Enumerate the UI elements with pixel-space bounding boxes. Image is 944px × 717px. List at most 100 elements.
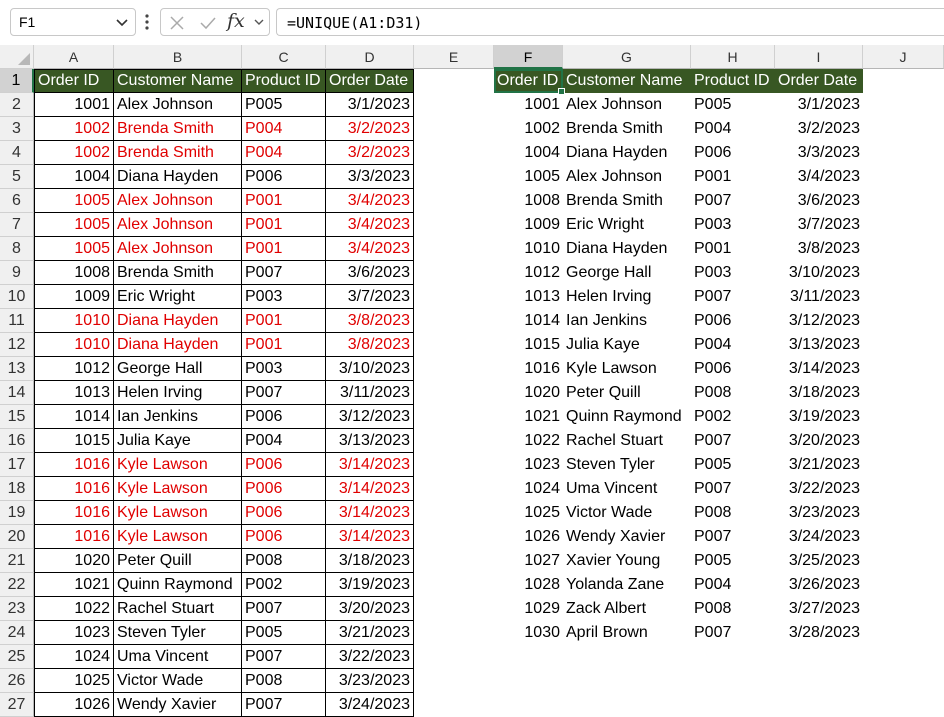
unique-cell[interactable]: P007 — [691, 621, 775, 645]
source-cell[interactable]: 3/8/2023 — [326, 333, 414, 357]
unique-cell[interactable]: 1029 — [494, 597, 563, 621]
source-cell[interactable]: 1005 — [34, 213, 114, 237]
row-header-18[interactable]: 18 — [0, 477, 34, 501]
source-cell[interactable]: Diana Hayden — [114, 333, 242, 357]
row-header-19[interactable]: 19 — [0, 501, 34, 525]
source-cell[interactable]: Alex Johnson — [114, 189, 242, 213]
enter-check-icon[interactable] — [199, 15, 217, 31]
row-header-20[interactable]: 20 — [0, 525, 34, 549]
unique-cell[interactable]: 3/11/2023 — [775, 285, 863, 309]
unique-cell[interactable]: 1015 — [494, 333, 563, 357]
unique-cell[interactable]: Helen Irving — [563, 285, 691, 309]
unique-cell[interactable]: 1004 — [494, 141, 563, 165]
source-cell[interactable]: 3/21/2023 — [326, 621, 414, 645]
source-cell[interactable]: P003 — [242, 285, 326, 309]
source-cell[interactable]: P005 — [242, 93, 326, 117]
row-header-8[interactable]: 8 — [0, 237, 34, 261]
source-cell[interactable]: 1005 — [34, 189, 114, 213]
row-header-26[interactable]: 26 — [0, 669, 34, 693]
unique-header-cell[interactable]: Order ID — [494, 69, 563, 93]
unique-cell[interactable]: Julia Kaye — [563, 333, 691, 357]
unique-header-cell[interactable]: Order Date — [775, 69, 863, 93]
source-cell[interactable]: 3/4/2023 — [326, 237, 414, 261]
source-cell[interactable]: P004 — [242, 429, 326, 453]
fill-handle[interactable] — [558, 88, 565, 95]
source-cell[interactable]: 3/4/2023 — [326, 213, 414, 237]
source-cell[interactable]: 1026 — [34, 693, 114, 717]
unique-cell[interactable]: P008 — [691, 381, 775, 405]
source-cell[interactable]: 1024 — [34, 645, 114, 669]
name-box[interactable]: F1 — [10, 8, 136, 36]
unique-cell[interactable]: 1001 — [494, 93, 563, 117]
select-all-corner[interactable] — [0, 45, 34, 69]
source-cell[interactable]: P004 — [242, 141, 326, 165]
source-cell[interactable]: 3/20/2023 — [326, 597, 414, 621]
source-cell[interactable]: P001 — [242, 213, 326, 237]
source-cell[interactable]: Wendy Xavier — [114, 693, 242, 717]
unique-cell[interactable]: P003 — [691, 261, 775, 285]
source-cell[interactable]: 1016 — [34, 477, 114, 501]
source-cell[interactable]: Helen Irving — [114, 381, 242, 405]
source-cell[interactable]: George Hall — [114, 357, 242, 381]
source-cell[interactable]: Brenda Smith — [114, 261, 242, 285]
unique-cell[interactable]: George Hall — [563, 261, 691, 285]
column-header-j[interactable]: J — [863, 45, 944, 69]
unique-cell[interactable]: 3/22/2023 — [775, 477, 863, 501]
unique-cell[interactable]: P003 — [691, 213, 775, 237]
source-cell[interactable]: Brenda Smith — [114, 141, 242, 165]
unique-cell[interactable]: P006 — [691, 309, 775, 333]
source-cell[interactable]: P001 — [242, 237, 326, 261]
source-cell[interactable]: Victor Wade — [114, 669, 242, 693]
unique-cell[interactable]: 1012 — [494, 261, 563, 285]
row-header-9[interactable]: 9 — [0, 261, 34, 285]
unique-cell[interactable]: 1016 — [494, 357, 563, 381]
source-cell[interactable]: P007 — [242, 597, 326, 621]
unique-cell[interactable]: Alex Johnson — [563, 93, 691, 117]
row-header-6[interactable]: 6 — [0, 189, 34, 213]
unique-cell[interactable]: Victor Wade — [563, 501, 691, 525]
source-cell[interactable]: P006 — [242, 477, 326, 501]
source-cell[interactable]: 3/14/2023 — [326, 477, 414, 501]
unique-cell[interactable]: P007 — [691, 525, 775, 549]
unique-cell[interactable]: Alex Johnson — [563, 165, 691, 189]
source-cell[interactable]: Eric Wright — [114, 285, 242, 309]
unique-cell[interactable]: P007 — [691, 285, 775, 309]
row-header-17[interactable]: 17 — [0, 453, 34, 477]
source-cell[interactable]: 1016 — [34, 501, 114, 525]
source-cell[interactable]: P006 — [242, 525, 326, 549]
unique-cell[interactable]: 1010 — [494, 237, 563, 261]
unique-cell[interactable]: 1020 — [494, 381, 563, 405]
unique-cell[interactable]: 3/4/2023 — [775, 165, 863, 189]
source-cell[interactable]: 1025 — [34, 669, 114, 693]
source-cell[interactable]: P005 — [242, 621, 326, 645]
source-cell[interactable]: 3/14/2023 — [326, 453, 414, 477]
row-header-15[interactable]: 15 — [0, 405, 34, 429]
source-cell[interactable]: P008 — [242, 549, 326, 573]
source-cell[interactable]: Rachel Stuart — [114, 597, 242, 621]
row-header-21[interactable]: 21 — [0, 549, 34, 573]
source-cell[interactable]: P007 — [242, 693, 326, 717]
unique-cell[interactable]: 3/19/2023 — [775, 405, 863, 429]
unique-cell[interactable]: Eric Wright — [563, 213, 691, 237]
source-cell[interactable]: 3/8/2023 — [326, 309, 414, 333]
row-header-12[interactable]: 12 — [0, 333, 34, 357]
source-cell[interactable]: 3/19/2023 — [326, 573, 414, 597]
source-cell[interactable]: Steven Tyler — [114, 621, 242, 645]
unique-cell[interactable]: P008 — [691, 597, 775, 621]
source-cell[interactable]: 1009 — [34, 285, 114, 309]
unique-cell[interactable]: Brenda Smith — [563, 189, 691, 213]
source-cell[interactable]: 3/3/2023 — [326, 165, 414, 189]
column-header-h[interactable]: H — [691, 45, 775, 69]
source-cell[interactable]: 1012 — [34, 357, 114, 381]
source-cell[interactable]: Peter Quill — [114, 549, 242, 573]
unique-cell[interactable]: P001 — [691, 237, 775, 261]
source-cell[interactable]: P003 — [242, 357, 326, 381]
unique-cell[interactable]: Brenda Smith — [563, 117, 691, 141]
unique-cell[interactable]: P002 — [691, 405, 775, 429]
unique-cell[interactable]: Zack Albert — [563, 597, 691, 621]
source-cell[interactable]: 3/14/2023 — [326, 501, 414, 525]
source-cell[interactable]: Quinn Raymond — [114, 573, 242, 597]
unique-cell[interactable]: 3/25/2023 — [775, 549, 863, 573]
source-cell[interactable]: P001 — [242, 189, 326, 213]
row-header-3[interactable]: 3 — [0, 117, 34, 141]
